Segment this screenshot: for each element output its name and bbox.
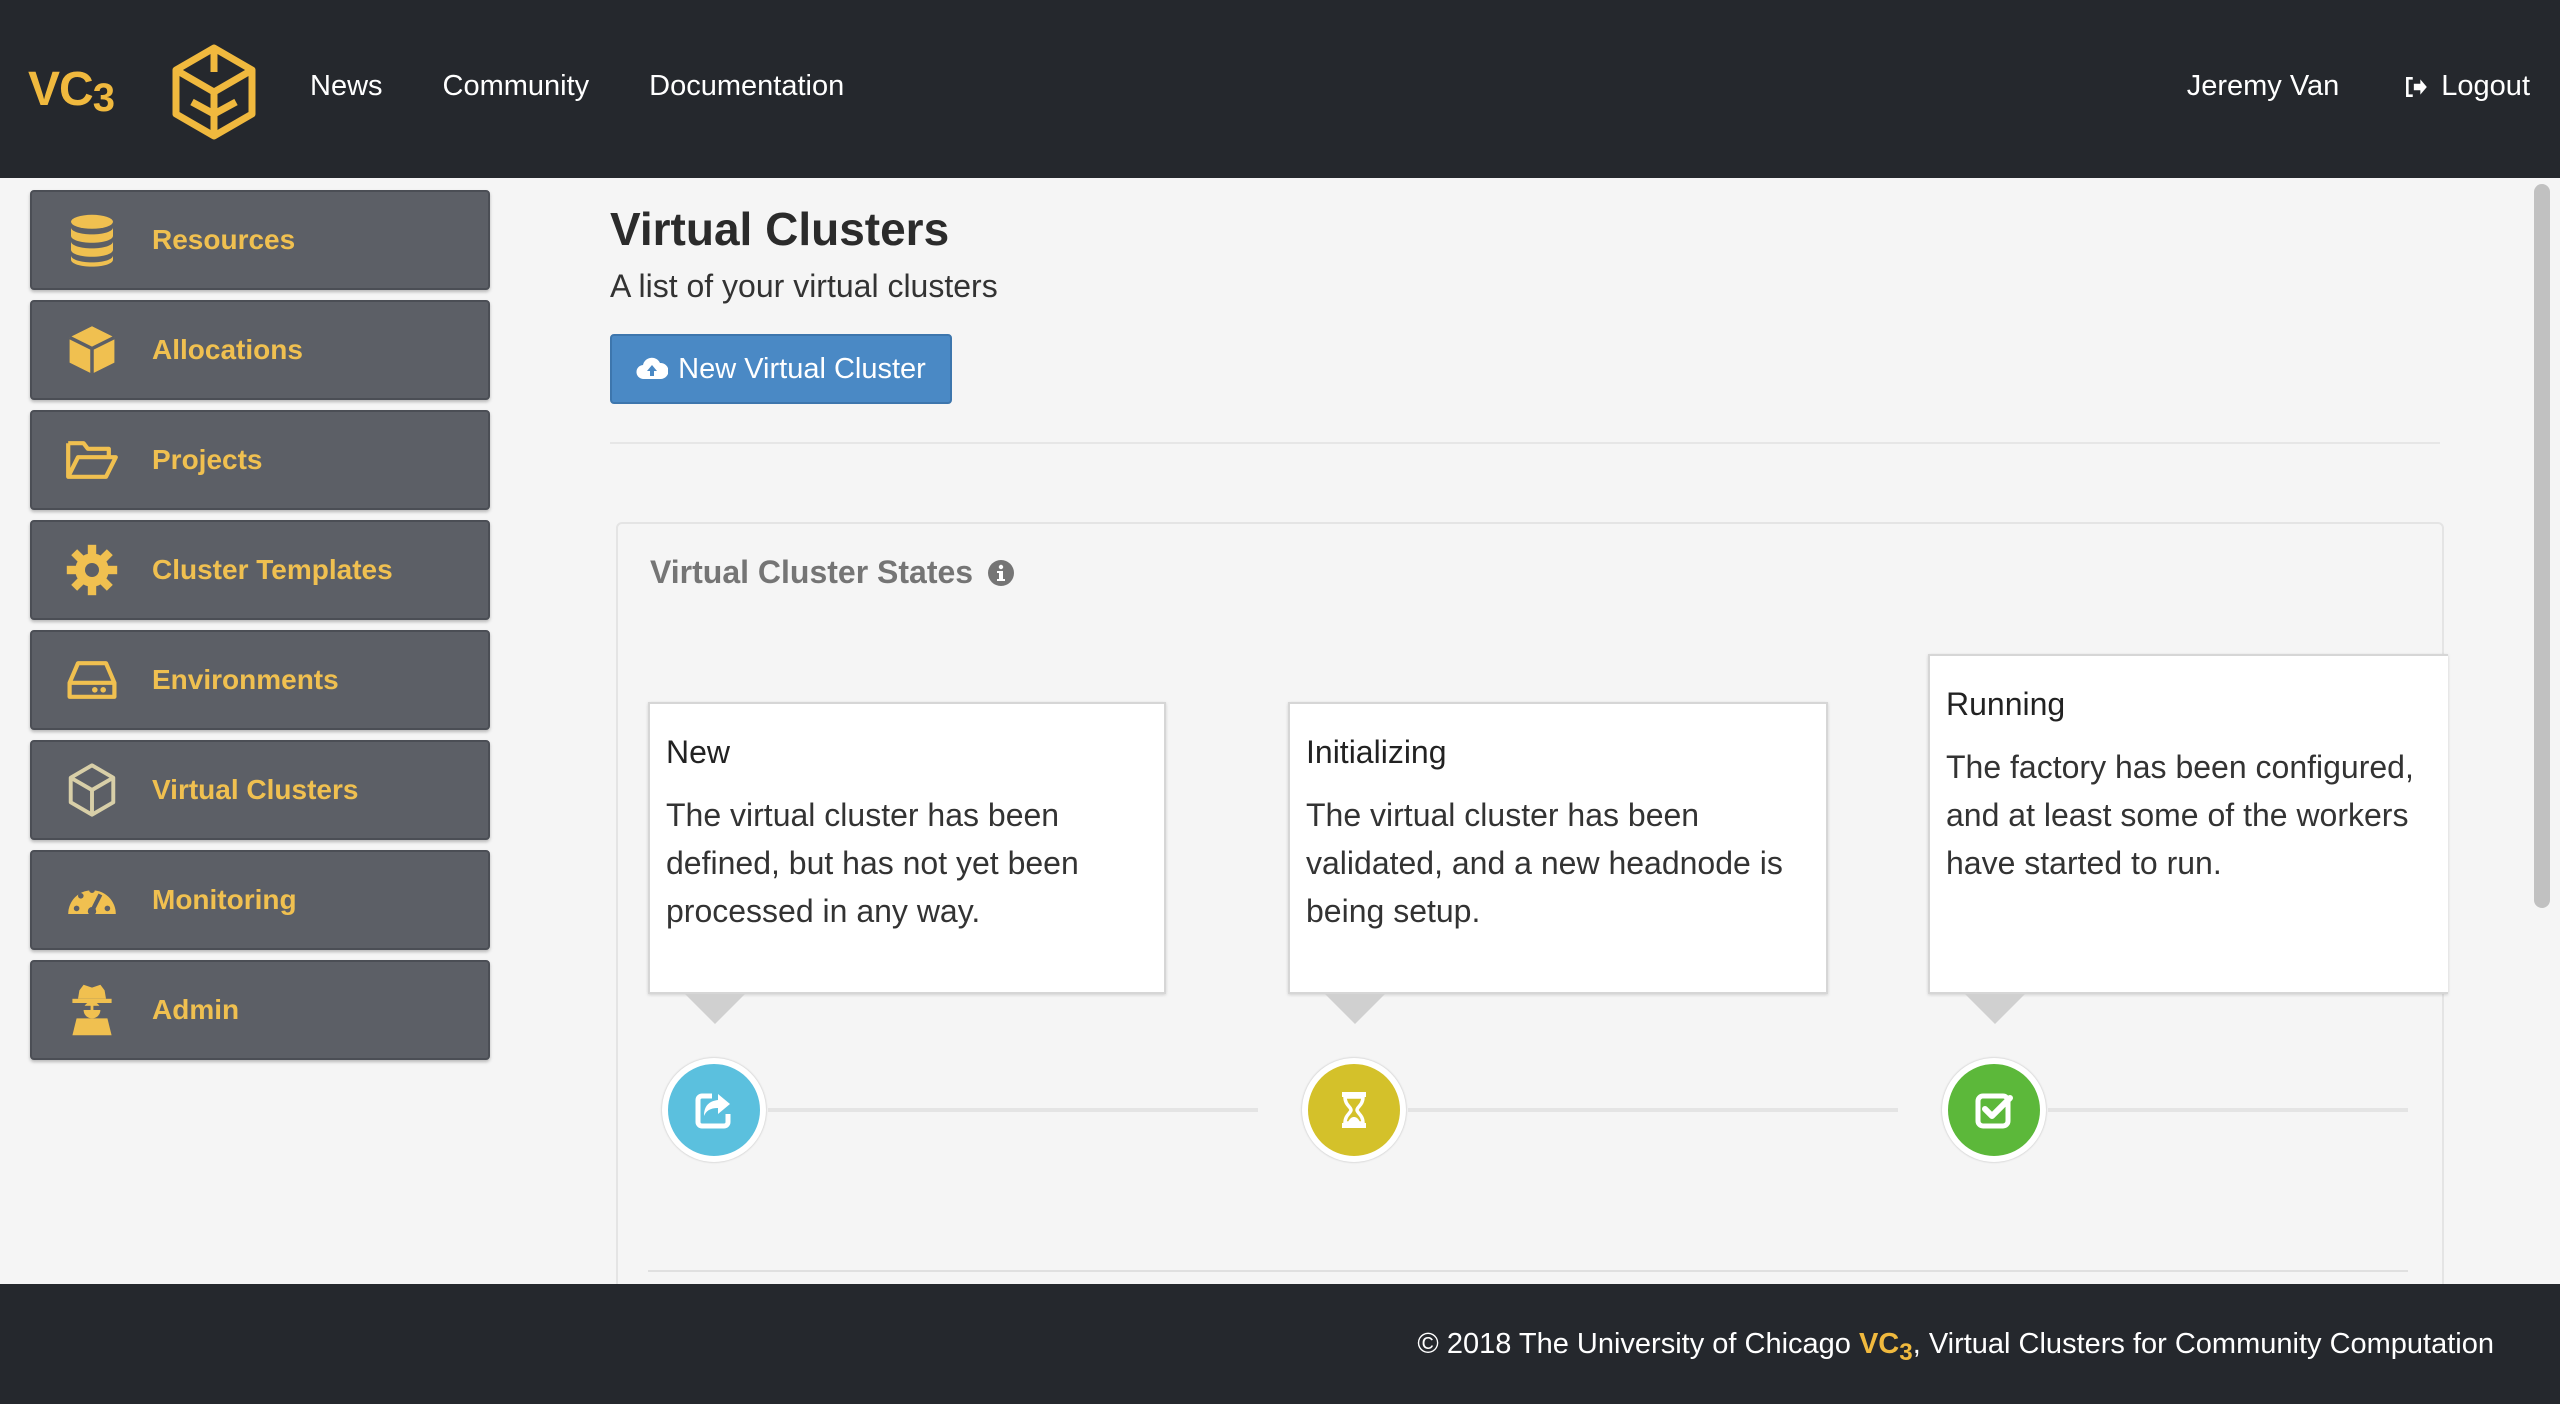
brand[interactable]: VC3 [28, 44, 256, 140]
vc3-logo-icon [62, 760, 122, 820]
horizontal-scroll-track [648, 1270, 2408, 1272]
state-description: The factory has been configured, and at … [1946, 749, 2414, 881]
state-card-new: New The virtual cluster has been defined… [648, 702, 1166, 994]
page-title: Virtual Clusters [610, 203, 950, 255]
footer: © 2018 The University of Chicago VC3, Vi… [0, 1284, 2560, 1404]
state-card-running: Running The factory has been configured,… [1928, 654, 2448, 994]
info-icon[interactable] [987, 559, 1015, 587]
sidebar-item-label: Allocations [152, 334, 303, 365]
timeline-line [1408, 1108, 1898, 1112]
user-secret-icon [62, 980, 122, 1040]
state-title: Initializing [1306, 734, 1447, 770]
main-content: Virtual Clusters A list of your virtual … [610, 178, 2448, 1312]
state-pointer [1965, 994, 2025, 1024]
footer-text: © 2018 The University of Chicago VC3, Vi… [1417, 1328, 2494, 1367]
sidebar-item-projects[interactable]: Projects [30, 410, 490, 510]
page-scrollbar[interactable] [2534, 184, 2550, 908]
new-virtual-cluster-label: New Virtual Cluster [678, 352, 926, 385]
sidebar-item-allocations[interactable]: Allocations [30, 300, 490, 400]
cube-icon [62, 320, 122, 380]
nav-right: Jeremy Van Logout [2187, 70, 2530, 103]
sidebar-item-label: Cluster Templates [152, 554, 393, 585]
sidebar-item-label: Virtual Clusters [152, 774, 359, 805]
sidebar-item-cluster-templates[interactable]: Cluster Templates [30, 520, 490, 620]
nav-news-link[interactable]: News [310, 70, 383, 103]
sidebar-item-admin[interactable]: Admin [30, 960, 490, 1060]
top-navbar: VC3 News Community Documentation Jeremy … [0, 0, 2560, 178]
state-pointer [685, 994, 745, 1024]
timeline-line [768, 1108, 1258, 1112]
share-icon [695, 1093, 731, 1129]
state-description: The virtual cluster has been defined, bu… [666, 797, 1079, 929]
states-panel: Virtual Cluster States New The virtual c… [616, 522, 2448, 1312]
logout-label: Logout [2441, 70, 2530, 102]
sidebar-item-environments[interactable]: Environments [30, 630, 490, 730]
sidebar-item-label: Projects [152, 444, 263, 475]
check-square-icon [1975, 1093, 2013, 1129]
database-icon [62, 210, 122, 270]
main-nav: News Community Documentation [310, 70, 844, 103]
sidebar-item-label: Admin [152, 994, 240, 1025]
sidebar-item-label: Monitoring [152, 884, 297, 915]
sidebar-item-label: Resources [152, 224, 296, 255]
vc3-logo-icon [172, 44, 256, 140]
panel-title: Virtual Cluster States [650, 554, 1015, 591]
new-virtual-cluster-button[interactable]: New Virtual Cluster [610, 334, 952, 404]
gear-icon [62, 540, 122, 600]
user-name-link[interactable]: Jeremy Van [2187, 70, 2340, 103]
state-title: New [666, 734, 731, 770]
state-pointer [1325, 994, 1385, 1024]
hdd-icon [62, 650, 122, 710]
state-card-initializing: Initializing The virtual cluster has bee… [1288, 702, 1828, 994]
timeline-line [2048, 1108, 2408, 1112]
footer-brand: VC3 [1858, 1328, 1913, 1366]
logout-link[interactable]: Logout [2403, 70, 2530, 103]
folder-open-icon [62, 430, 122, 490]
state-dot-running [1942, 1058, 2046, 1162]
dashboard-icon [62, 870, 122, 930]
nav-community-link[interactable]: Community [443, 70, 590, 103]
sidebar-item-resources[interactable]: Resources [30, 190, 490, 290]
cloud-upload-icon [636, 357, 669, 380]
footer-copyright: © 2018 The University of Chicago [1417, 1328, 1851, 1360]
sidebar: Resources Allocations Projects Cluster T… [30, 190, 490, 1070]
hourglass-icon [1342, 1092, 1366, 1128]
page-subtitle: A list of your virtual clusters [610, 268, 998, 304]
state-dot-new [662, 1058, 766, 1162]
state-description: The virtual cluster has been validated, … [1306, 797, 1783, 929]
footer-tagline: , Virtual Clusters for Community Computa… [1912, 1328, 2494, 1360]
brand-logo-text: VC3 [28, 63, 115, 120]
state-title: Running [1946, 686, 2066, 722]
state-dot-initializing [1302, 1058, 1406, 1162]
panel-title-text: Virtual Cluster States [650, 554, 974, 590]
sidebar-item-virtual-clusters[interactable]: Virtual Clusters [30, 740, 490, 840]
sidebar-item-label: Environments [152, 664, 339, 695]
nav-documentation-link[interactable]: Documentation [649, 70, 844, 103]
divider [610, 442, 2440, 444]
sidebar-item-monitoring[interactable]: Monitoring [30, 850, 490, 950]
sign-out-icon [2406, 76, 2428, 97]
